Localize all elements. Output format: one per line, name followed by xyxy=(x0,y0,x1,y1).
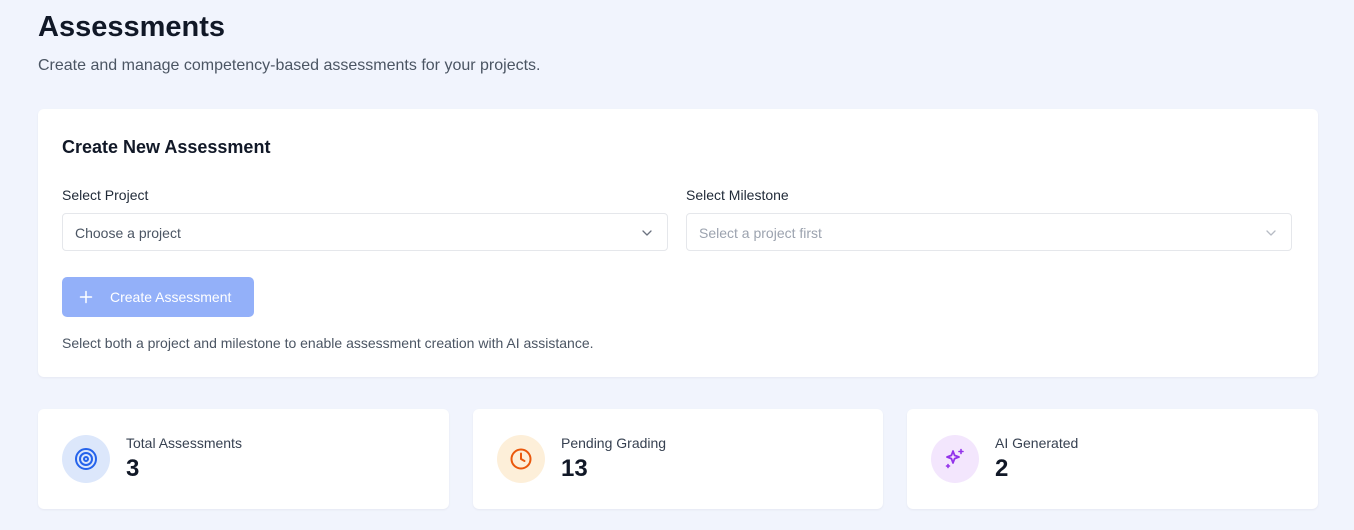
milestone-select-label: Select Milestone xyxy=(686,187,789,203)
stat-card-ai-generated: AI Generated 2 xyxy=(907,409,1318,509)
stat-value: 2 xyxy=(995,455,1009,482)
clock-icon xyxy=(510,448,532,470)
stat-icon-circle xyxy=(62,435,110,483)
help-text: Select both a project and milestone to e… xyxy=(62,335,594,351)
milestone-select[interactable]: Select a project first xyxy=(686,213,1292,251)
stat-label: Total Assessments xyxy=(126,435,242,451)
card-title: Create New Assessment xyxy=(62,137,271,157)
stat-label: AI Generated xyxy=(995,435,1079,451)
stat-value: 13 xyxy=(561,455,588,482)
stat-value: 3 xyxy=(126,455,140,482)
project-select[interactable]: Choose a project xyxy=(62,213,668,251)
create-assessment-button[interactable]: Create Assessment xyxy=(62,277,254,317)
stat-card-pending-grading: Pending Grading 13 xyxy=(473,409,883,509)
plus-icon xyxy=(79,290,93,304)
chevron-down-icon xyxy=(642,230,652,236)
chevron-down-icon xyxy=(1266,230,1276,236)
stat-label: Pending Grading xyxy=(561,435,667,451)
stat-card-total-assessments: Total Assessments 3 xyxy=(38,409,449,509)
sparkles-icon xyxy=(945,448,964,469)
stat-icon-circle xyxy=(497,435,545,483)
project-select-label: Select Project xyxy=(62,187,149,203)
target-icon xyxy=(75,448,97,470)
create-assessment-label: Create Assessment xyxy=(110,289,232,305)
stat-icon-circle xyxy=(931,435,979,483)
page-subtitle: Create and manage competency-based asses… xyxy=(38,57,541,74)
page-title: Assessments xyxy=(38,11,225,43)
milestone-select-value: Select a project first xyxy=(699,225,822,241)
project-select-value: Choose a project xyxy=(75,225,181,241)
create-assessment-card: Create New Assessment Select Project Cho… xyxy=(38,109,1318,377)
